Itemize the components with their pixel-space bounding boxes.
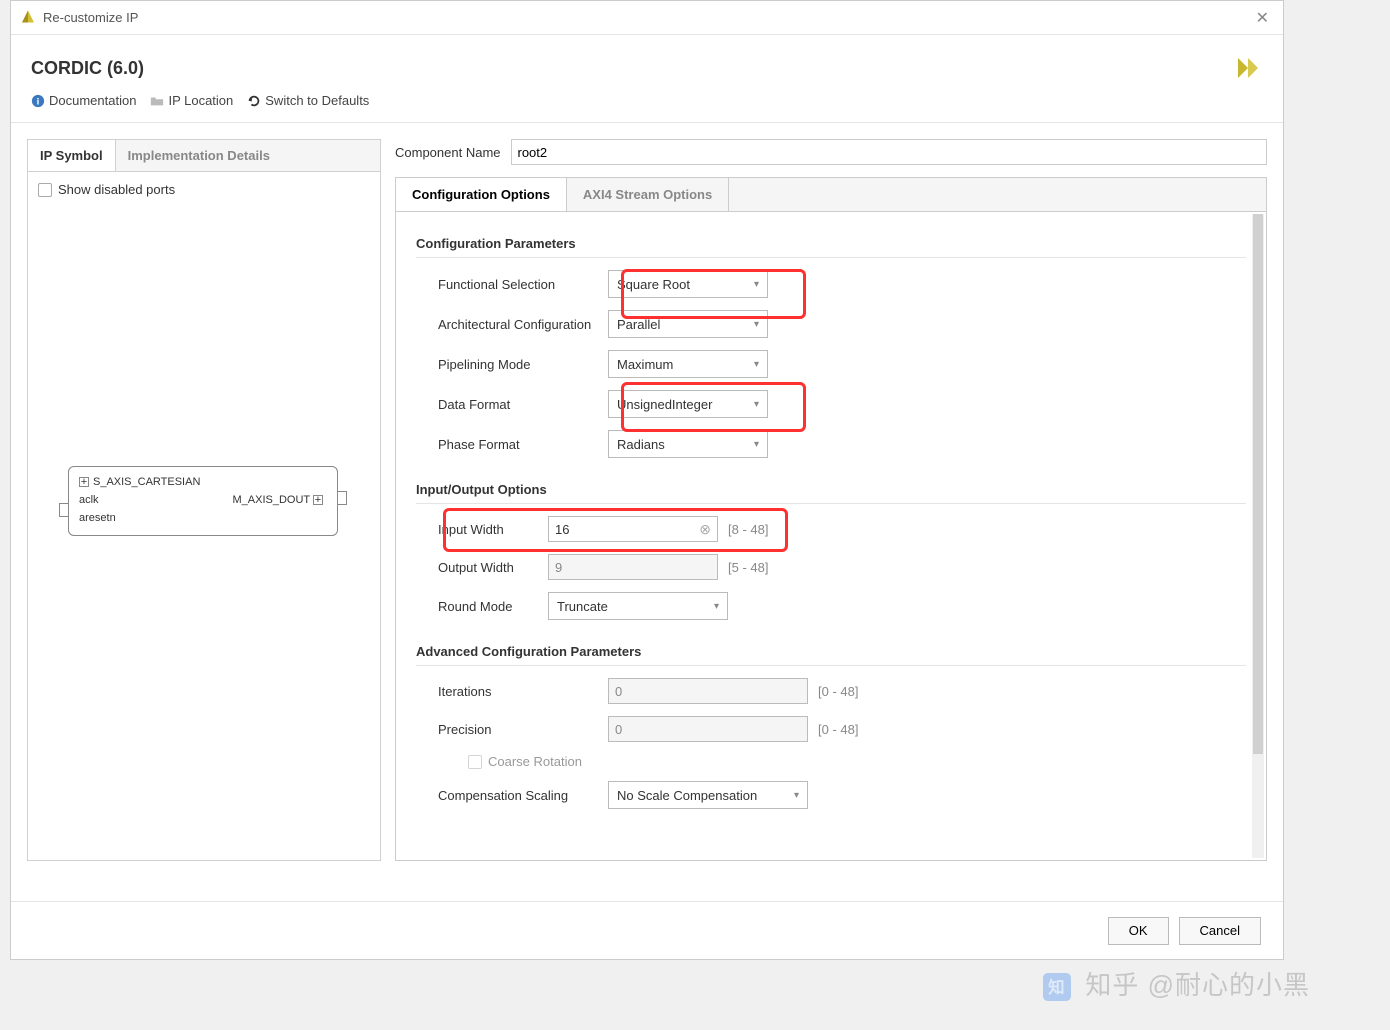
phase-format-dropdown[interactable]: Radians ▾: [608, 430, 768, 458]
right-panel: Component Name Configuration Options AXI…: [395, 139, 1267, 861]
chevron-down-icon: ▾: [754, 439, 759, 450]
window-title: Re-customize IP: [43, 10, 1250, 25]
output-width-row: Output Width 9 [5 - 48]: [416, 554, 1246, 580]
scrollbar-thumb[interactable]: [1253, 214, 1263, 754]
chevron-down-icon: ▾: [754, 399, 759, 410]
toolbar: i Documentation IP Location Switch to De…: [11, 93, 1283, 123]
titlebar: Re-customize IP ✕: [11, 1, 1283, 35]
tab-configuration-options[interactable]: Configuration Options: [396, 178, 567, 211]
pipelining-mode-row: Pipelining Mode Maximum ▾: [416, 350, 1246, 378]
chevron-down-icon: ▾: [794, 790, 799, 801]
chevron-down-icon: ▾: [754, 359, 759, 370]
ok-button[interactable]: OK: [1108, 917, 1169, 945]
folder-icon: [150, 94, 164, 108]
watermark: 知 知乎 @耐心的小黑: [1043, 965, 1310, 1002]
input-width-input[interactable]: 16 ⊗: [548, 516, 718, 542]
show-disabled-ports-checkbox[interactable]: Show disabled ports: [38, 182, 370, 197]
tab-ip-symbol[interactable]: IP Symbol: [28, 140, 116, 171]
functional-selection-row: Functional Selection Square Root ▾: [416, 270, 1246, 298]
precision-input: 0: [608, 716, 808, 742]
info-icon: i: [31, 94, 45, 108]
chevron-down-icon: ▾: [754, 319, 759, 330]
switch-defaults-link[interactable]: Switch to Defaults: [247, 93, 369, 108]
ip-symbol-block[interactable]: +S_AXIS_CARTESIAN aclk M_AXIS_DOUT + are…: [68, 466, 338, 536]
output-width-input: 9: [548, 554, 718, 580]
left-body: Show disabled ports +S_AXIS_CARTESIAN ac…: [28, 172, 380, 860]
left-tabs: IP Symbol Implementation Details: [28, 140, 380, 172]
port-dout: M_AXIS_DOUT: [233, 494, 310, 506]
main-tabs: Configuration Options AXI4 Stream Option…: [395, 177, 1267, 211]
phase-format-row: Phase Format Radians ▾: [416, 430, 1246, 458]
svg-text:知: 知: [1048, 978, 1066, 997]
chevron-down-icon: ▾: [714, 601, 719, 612]
coarse-rotation-row: Coarse Rotation: [416, 754, 1246, 769]
header: CORDIC (6.0): [11, 35, 1283, 93]
cancel-button[interactable]: Cancel: [1179, 917, 1261, 945]
input-width-range: [8 - 48]: [728, 522, 768, 537]
documentation-link[interactable]: i Documentation: [31, 93, 136, 108]
dialog-window: Re-customize IP ✕ CORDIC (6.0) i Documen…: [10, 0, 1284, 960]
precision-row: Precision 0 [0 - 48]: [416, 716, 1246, 742]
iterations-range: [0 - 48]: [818, 684, 858, 699]
input-width-row: Input Width 16 ⊗ [8 - 48]: [416, 516, 1246, 542]
compensation-scaling-dropdown[interactable]: No Scale Compensation ▾: [608, 781, 808, 809]
scrollbar[interactable]: [1252, 214, 1264, 858]
section-io-options: Input/Output Options: [416, 476, 1246, 504]
chevron-down-icon: ▾: [754, 279, 759, 290]
component-name-input[interactable]: [511, 139, 1268, 165]
architectural-config-dropdown[interactable]: Parallel ▾: [608, 310, 768, 338]
section-advanced: Advanced Configuration Parameters: [416, 638, 1246, 666]
footer: OK Cancel: [11, 901, 1283, 959]
expand-icon[interactable]: +: [79, 477, 89, 487]
checkbox-icon: [468, 755, 482, 769]
data-format-row: Data Format UnsignedInteger ▾: [416, 390, 1246, 418]
component-name-label: Component Name: [395, 145, 501, 160]
close-icon[interactable]: ✕: [1250, 8, 1275, 28]
zhihu-logo-icon: 知: [1043, 973, 1071, 1001]
compensation-scaling-row: Compensation Scaling No Scale Compensati…: [416, 781, 1246, 809]
vendor-logo-icon: [1233, 53, 1263, 83]
bus-right-icon: [337, 491, 347, 505]
section-config-params: Configuration Parameters: [416, 230, 1246, 258]
bus-left-icon: [59, 503, 69, 517]
tab-axi4-stream-options[interactable]: AXI4 Stream Options: [567, 178, 729, 211]
refresh-icon: [247, 94, 261, 108]
checkbox-icon: [38, 183, 52, 197]
pipelining-mode-dropdown[interactable]: Maximum ▾: [608, 350, 768, 378]
svg-text:i: i: [37, 96, 40, 107]
body: IP Symbol Implementation Details Show di…: [11, 123, 1283, 877]
round-mode-row: Round Mode Truncate ▾: [416, 592, 1246, 620]
port-aclk: aclk: [79, 494, 99, 506]
config-panel: Configuration Parameters Functional Sele…: [395, 211, 1267, 861]
port-aresetn: aresetn: [79, 512, 116, 524]
data-format-dropdown[interactable]: UnsignedInteger ▾: [608, 390, 768, 418]
iterations-row: Iterations 0 [0 - 48]: [416, 678, 1246, 704]
round-mode-dropdown[interactable]: Truncate ▾: [548, 592, 728, 620]
precision-range: [0 - 48]: [818, 722, 858, 737]
functional-selection-dropdown[interactable]: Square Root ▾: [608, 270, 768, 298]
ip-title: CORDIC (6.0): [31, 58, 1233, 79]
component-name-row: Component Name: [395, 139, 1267, 165]
expand-icon[interactable]: +: [313, 495, 323, 505]
architectural-config-row: Architectural Configuration Parallel ▾: [416, 310, 1246, 338]
iterations-input: 0: [608, 678, 808, 704]
app-logo-icon: [19, 9, 37, 27]
tab-implementation-details[interactable]: Implementation Details: [116, 140, 282, 171]
left-panel: IP Symbol Implementation Details Show di…: [27, 139, 381, 861]
output-width-range: [5 - 48]: [728, 560, 768, 575]
ip-location-link[interactable]: IP Location: [150, 93, 233, 108]
clear-icon[interactable]: ⊗: [699, 521, 711, 538]
